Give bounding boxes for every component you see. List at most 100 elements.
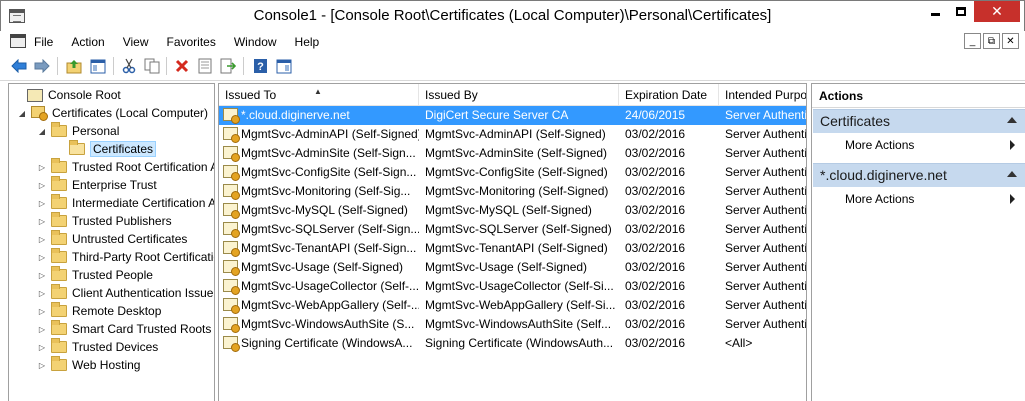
tree-item-untrusted[interactable]: ▷ Untrusted Certificates: [37, 230, 187, 248]
submenu-arrow-icon[interactable]: [1010, 140, 1015, 150]
collapse-arrow-icon[interactable]: ◢: [17, 109, 27, 118]
expand-arrow-icon[interactable]: ▷: [37, 307, 47, 316]
cell-intended-purposes: Server Authenti: [725, 298, 807, 312]
tree-item-personal-certificates[interactable]: Certificates: [55, 140, 157, 158]
actions-section-selected-cert[interactable]: *.cloud.diginerve.net: [813, 163, 1025, 187]
table-row[interactable]: MgmtSvc-SQLServer (Self-Sign... MgmtSvc-S…: [219, 220, 806, 239]
tree-item-intermediate[interactable]: ▷ Intermediate Certification Autho: [37, 194, 214, 212]
tree-item-label: Personal: [72, 124, 120, 138]
up-folder-icon: [66, 59, 82, 73]
menu-favorites[interactable]: Favorites: [167, 35, 216, 49]
folder-icon: [51, 158, 67, 173]
minimize-button[interactable]: [922, 1, 948, 22]
tree-item-third-party-root[interactable]: ▷ Third-Party Root Certification A: [37, 248, 214, 266]
menu-file[interactable]: File: [34, 35, 53, 49]
child-close-button[interactable]: ✕: [1002, 33, 1019, 49]
expand-arrow-icon[interactable]: ▷: [37, 325, 47, 334]
expand-arrow-icon[interactable]: ▷: [37, 253, 47, 262]
menu-window[interactable]: Window: [234, 35, 277, 49]
help-button[interactable]: ?: [251, 57, 269, 75]
table-row[interactable]: MgmtSvc-TenantAPI (Self-Sign... MgmtSvc-T…: [219, 239, 806, 258]
up-one-level-button[interactable]: [65, 57, 83, 75]
svg-text:?: ?: [257, 61, 264, 73]
show-hide-tree-icon: [90, 59, 106, 73]
child-restore-button[interactable]: ⧉: [983, 33, 1000, 49]
tree-item-label: Client Authentication Issuers: [72, 286, 215, 300]
expand-arrow-icon[interactable]: ▷: [37, 163, 47, 172]
expand-arrow-icon[interactable]: ▷: [37, 361, 47, 370]
table-row[interactable]: MgmtSvc-WindowsAuthSite (S... MgmtSvc-Win…: [219, 315, 806, 334]
cell-issued-by: MgmtSvc-WebAppGallery (Self-Si...: [425, 298, 616, 312]
tree-item-certificates-local-computer[interactable]: ◢ Certificates (Local Computer): [17, 104, 208, 122]
certificate-icon: [223, 146, 240, 162]
collapse-arrow-icon[interactable]: ◢: [37, 127, 47, 136]
back-button[interactable]: [10, 57, 28, 75]
properties-button[interactable]: [196, 57, 214, 75]
table-row[interactable]: MgmtSvc-MySQL (Self-Signed) MgmtSvc-MySQL…: [219, 201, 807, 220]
tree-item-trusted-people[interactable]: ▷ Trusted People: [37, 266, 153, 284]
column-header-issued-by[interactable]: Issued By: [419, 84, 619, 106]
maximize-button[interactable]: [948, 1, 974, 22]
column-header-issued-to[interactable]: Issued To ▲: [219, 84, 419, 106]
show-hide-tree-button[interactable]: [89, 57, 107, 75]
tree-item-remote-desktop[interactable]: ▷ Remote Desktop: [37, 302, 161, 320]
table-row[interactable]: MgmtSvc-AdminSite (Self-Sign... MgmtSvc-A…: [219, 144, 806, 163]
table-row-selected[interactable]: *.cloud.diginerve.net DigiCert Secure Ser…: [219, 106, 806, 125]
tree-item-label: Untrusted Certificates: [72, 232, 188, 246]
tree-item-enterprise-trust[interactable]: ▷ Enterprise Trust: [37, 176, 157, 194]
tree-item-web-hosting[interactable]: ▷ Web Hosting: [37, 356, 140, 374]
cell-intended-purposes: Server Authenti: [725, 203, 807, 217]
column-header-intended-purposes[interactable]: Intended Purpo: [719, 84, 806, 106]
tree-item-personal[interactable]: ◢ Personal: [37, 122, 119, 140]
tree-item-label: Trusted Root Certification Autho: [72, 160, 214, 174]
export-list-button[interactable]: [219, 57, 237, 75]
menu-help[interactable]: Help: [295, 35, 320, 49]
tree-item-trusted-devices[interactable]: ▷ Trusted Devices: [37, 338, 158, 356]
copy-icon: [144, 58, 160, 74]
menu-view[interactable]: View: [123, 35, 149, 49]
forward-button[interactable]: [33, 57, 51, 75]
cell-issued-by: MgmtSvc-Usage (Self-Signed): [425, 260, 588, 274]
folder-icon: [51, 194, 67, 209]
more-actions-selected-cert[interactable]: More Actions: [845, 192, 914, 206]
menu-action[interactable]: Action: [71, 35, 104, 49]
table-row[interactable]: MgmtSvc-UsageCollector (Self-... MgmtSvc-…: [219, 277, 806, 296]
expand-arrow-icon[interactable]: ▷: [37, 181, 47, 190]
actions-section-certificates[interactable]: Certificates: [813, 109, 1025, 133]
collapse-up-icon[interactable]: [1007, 117, 1017, 123]
expand-arrow-icon[interactable]: ▷: [37, 235, 47, 244]
expand-arrow-icon[interactable]: ▷: [37, 343, 47, 352]
copy-button[interactable]: [143, 57, 161, 75]
more-actions-certificates[interactable]: More Actions: [845, 138, 914, 152]
tree-item-smart-card-roots[interactable]: ▷ Smart Card Trusted Roots: [37, 320, 211, 338]
expand-arrow-icon[interactable]: ▷: [37, 217, 47, 226]
cell-expiration-date: 24/06/2015: [625, 108, 686, 122]
column-header-expiration-date[interactable]: Expiration Date: [619, 84, 719, 106]
cell-expiration-date: 03/02/2016: [625, 279, 686, 293]
submenu-arrow-icon[interactable]: [1010, 194, 1015, 204]
collapse-up-icon[interactable]: [1007, 171, 1017, 177]
expand-arrow-icon[interactable]: ▷: [37, 289, 47, 298]
list-header: Issued To ▲ Issued By Expiration Date In…: [219, 84, 806, 106]
table-row[interactable]: MgmtSvc-ConfigSite (Self-Sign... MgmtSvc-…: [219, 163, 806, 182]
show-hide-action-pane-button[interactable]: [275, 57, 293, 75]
console-menu-icon[interactable]: [10, 34, 26, 48]
table-row[interactable]: MgmtSvc-Monitoring (Self-Sig... MgmtSvc-M…: [219, 182, 806, 201]
table-row[interactable]: MgmtSvc-Usage (Self-Signed) MgmtSvc-Usage…: [219, 258, 806, 277]
tree-item-client-auth-issuers[interactable]: ▷ Client Authentication Issuers: [37, 284, 215, 302]
console-tree[interactable]: Console Root ◢ Certificates (Local Compu…: [8, 83, 215, 401]
close-button[interactable]: ✕: [974, 1, 1020, 22]
child-minimize-button[interactable]: _: [964, 33, 981, 49]
tree-item-console-root[interactable]: Console Root: [13, 86, 121, 104]
table-row[interactable]: Signing Certificate (WindowsA... Signing …: [219, 334, 806, 353]
expand-arrow-icon[interactable]: ▷: [37, 271, 47, 280]
cut-button[interactable]: [120, 57, 138, 75]
actions-pane: Actions Certificates More Actions *.clou…: [811, 83, 1025, 401]
delete-button[interactable]: [173, 57, 191, 75]
expand-arrow-icon[interactable]: ▷: [37, 199, 47, 208]
certificate-list[interactable]: Issued To ▲ Issued By Expiration Date In…: [218, 83, 807, 401]
table-row[interactable]: MgmtSvc-AdminAPI (Self-Signed) MgmtSvc-Ad…: [219, 125, 806, 144]
tree-item-trusted-root[interactable]: ▷ Trusted Root Certification Autho: [37, 158, 214, 176]
tree-item-trusted-publishers[interactable]: ▷ Trusted Publishers: [37, 212, 172, 230]
table-row[interactable]: MgmtSvc-WebAppGallery (Self-... MgmtSvc-W…: [219, 296, 807, 315]
